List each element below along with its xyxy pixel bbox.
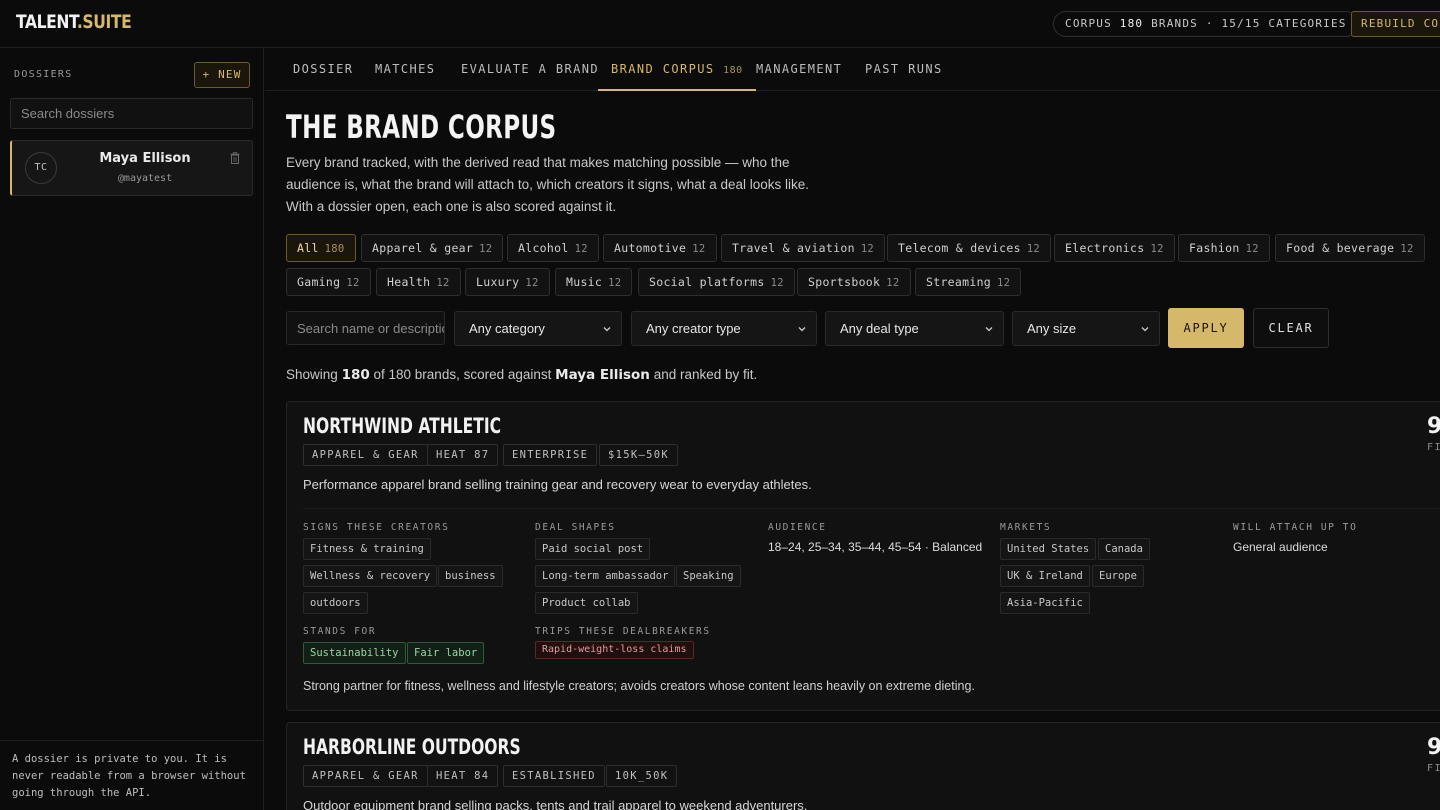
chevron-down-icon <box>603 327 611 332</box>
chevron-down-icon <box>985 327 993 332</box>
category-chip-luxury[interactable]: Luxury 12 <box>465 268 550 296</box>
avatar: TC <box>25 152 57 184</box>
market-tag: Asia-Pacific <box>1000 592 1090 614</box>
main-tabs: DOSSIER MATCHES EVALUATE A BRAND BRAND C… <box>265 48 1440 91</box>
top-bar: TALENT.SUITE CORPUS 180 BRANDS · 15/15 C… <box>0 0 1440 48</box>
chevron-down-icon <box>1141 327 1149 332</box>
brand-card[interactable]: HARBORLINE OUTDOORS 9 FIT APPAREL & GEAR… <box>286 722 1440 810</box>
dealbreaker-tag: Rapid-weight-loss claims <box>535 641 694 659</box>
fit-label: FIT <box>1427 442 1440 453</box>
dealbreakers-heading: TRIPS THESE DEALBREAKERS <box>535 626 711 637</box>
tab-management[interactable]: MANAGEMENT <box>756 48 842 90</box>
results-summary: Showing 180 of 180 brands, scored agains… <box>286 367 758 383</box>
attach-value: General audience <box>1233 540 1328 554</box>
deal-tag: Paid social post <box>535 538 651 560</box>
audience-heading: AUDIENCE <box>768 522 827 533</box>
brand-card[interactable]: NORTHWIND ATHLETIC 9 FIT APPAREL & GEAR … <box>286 401 1440 711</box>
tab-evaluate-a-brand[interactable]: EVALUATE A BRAND <box>461 48 599 90</box>
heat-tag: HEAT 87 <box>427 444 499 466</box>
category-chip-telecom[interactable]: Telecom & devices 12 <box>887 234 1052 262</box>
creator-tag: outdoors <box>303 592 368 614</box>
brand-name[interactable]: NORTHWIND ATHLETIC <box>303 414 501 438</box>
fit-score: 9 <box>1427 735 1440 760</box>
category-tag: APPAREL & GEAR <box>303 444 428 466</box>
privacy-note: A dossier is private to you. It is never… <box>0 740 264 810</box>
category-chip-electronics[interactable]: Electronics 12 <box>1054 234 1175 262</box>
apply-filters-button[interactable]: APPLY <box>1168 308 1244 348</box>
category-chip-automotive[interactable]: Automotive 12 <box>603 234 717 262</box>
tab-past-runs[interactable]: PAST RUNS <box>865 48 943 90</box>
creator-tag: business <box>438 565 503 587</box>
page-intro: Every brand tracked, with the derived re… <box>286 155 810 214</box>
brand-search-input[interactable] <box>286 311 445 345</box>
creator-type-select[interactable]: Any creator type <box>631 311 817 346</box>
category-chip-alcohol[interactable]: Alcohol 12 <box>507 234 599 262</box>
category-chip-fashion[interactable]: Fashion 12 <box>1178 234 1270 262</box>
sidebar: DOSSIERS + NEW TC Maya Ellison @mayatest… <box>0 48 264 810</box>
deal-type-select[interactable]: Any deal type <box>825 311 1004 346</box>
audience-value: 18–24, 25–34, 35–44, 45–54 · Balanced <box>768 540 983 554</box>
deal-range-tag: $15K–50K <box>599 444 678 466</box>
stands-heading: STANDS FOR <box>303 626 377 637</box>
market-tag: Europe <box>1092 565 1144 587</box>
chevron-down-icon <box>798 327 806 332</box>
clear-filters-button[interactable]: CLEAR <box>1253 308 1329 348</box>
size-tag: ESTABLISHED <box>503 765 605 787</box>
tab-dossier[interactable]: DOSSIER <box>293 48 353 90</box>
dossier-name: Maya Ellison <box>99 151 191 166</box>
deal-tag: Product collab <box>535 592 638 614</box>
brand-description: Outdoor equipment brand selling packs, t… <box>303 798 808 810</box>
category-chip-apparel[interactable]: Apparel & gear 12 <box>361 234 504 262</box>
category-chip-streaming[interactable]: Streaming 12 <box>915 268 1022 296</box>
deal-tag: Speaking <box>676 565 741 587</box>
deal-range-tag: 10K_50K <box>606 765 678 787</box>
fit-label: FIT <box>1427 763 1440 774</box>
attach-heading: WILL ATTACH UP TO <box>1233 522 1358 533</box>
page-title: THE BRAND CORPUS <box>286 108 557 146</box>
sidebar-heading: DOSSIERS <box>14 69 73 80</box>
market-tag: Canada <box>1098 538 1150 560</box>
tab-brand-corpus[interactable]: BRAND CORPUS 180 <box>598 48 756 91</box>
dossier-handle: @mayatest <box>117 173 173 184</box>
category-chip-music[interactable]: Music 12 <box>555 268 633 296</box>
creator-tag: Wellness & recovery <box>303 565 438 587</box>
value-tag: Fair labor <box>407 642 485 664</box>
value-tag: Sustainability <box>303 642 406 664</box>
brand-name[interactable]: HARBORLINE OUTDOORS <box>303 735 521 759</box>
brand-description: Performance apparel brand selling traini… <box>303 477 812 492</box>
rebuild-corpus-button[interactable]: REBUILD CORPUS <box>1351 11 1440 37</box>
new-dossier-button[interactable]: + NEW <box>194 62 250 88</box>
tab-count-badge: 180 <box>723 65 743 76</box>
brand-note: Strong partner for fitness, wellness and… <box>303 679 975 693</box>
market-tag: United States <box>1000 538 1097 560</box>
creator-tag: Fitness & training <box>303 538 431 560</box>
category-chip-sportsbook[interactable]: Sportsbook 12 <box>797 268 911 296</box>
trash-icon[interactable] <box>230 152 240 164</box>
market-tag: UK & Ireland <box>1000 565 1090 587</box>
size-tag: ENTERPRISE <box>503 444 598 466</box>
card-divider <box>303 508 1440 509</box>
deals-heading: DEAL SHAPES <box>535 522 616 533</box>
category-chip-health[interactable]: Health 12 <box>376 268 461 296</box>
signs-heading: SIGNS THESE CREATORS <box>303 522 450 533</box>
markets-heading: MARKETS <box>1000 522 1052 533</box>
size-select[interactable]: Any size <box>1012 311 1160 346</box>
corpus-status-pill: CORPUS 180 BRANDS · 15/15 CATEGORIES <box>1053 11 1359 37</box>
fit-score: 9 <box>1427 414 1440 439</box>
deal-tag: Long-term ambassador <box>535 565 676 587</box>
category-tag: APPAREL & GEAR <box>303 765 428 787</box>
app-logo[interactable]: TALENT.SUITE <box>16 11 132 33</box>
dossier-search-input[interactable] <box>10 98 253 129</box>
main-content: THE BRAND CORPUS Every brand tracked, wi… <box>265 92 1440 810</box>
category-chip-all[interactable]: All 180 <box>286 234 356 262</box>
dossier-item[interactable]: TC Maya Ellison @mayatest <box>10 140 253 196</box>
category-chip-gaming[interactable]: Gaming 12 <box>286 268 371 296</box>
tab-matches[interactable]: MATCHES <box>375 48 435 90</box>
heat-tag: HEAT 84 <box>427 765 499 787</box>
category-chip-food[interactable]: Food & beverage 12 <box>1275 234 1425 262</box>
category-chip-travel[interactable]: Travel & aviation 12 <box>721 234 886 262</box>
category-chip-social[interactable]: Social platforms 12 <box>638 268 795 296</box>
category-select[interactable]: Any category <box>454 311 622 346</box>
